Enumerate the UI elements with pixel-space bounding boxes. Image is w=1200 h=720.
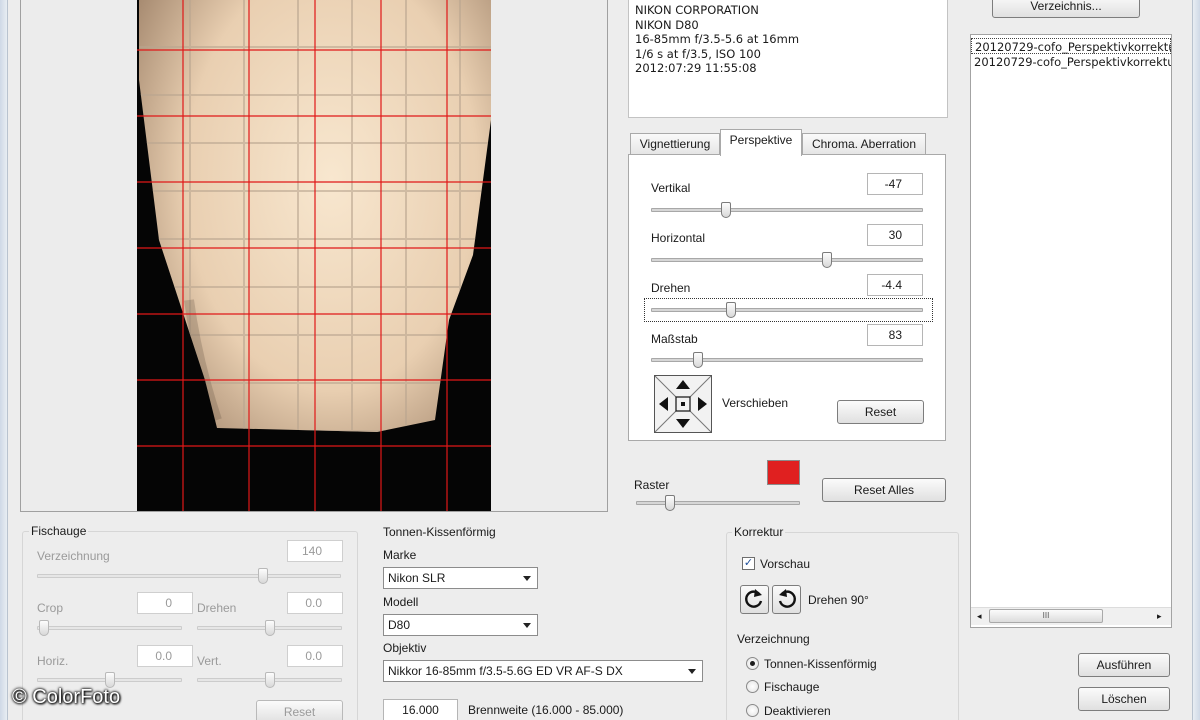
scroll-thumb[interactable]: III [989, 609, 1103, 623]
vertikal-slider-thumb[interactable] [721, 202, 731, 218]
fisch-crop-value[interactable]: 0 [137, 592, 193, 614]
fisch-crop-thumb[interactable] [39, 620, 49, 636]
fisch-vert-value[interactable]: 0.0 [287, 645, 343, 667]
objektiv-select[interactable]: Nikkor 16-85mm f/3.5-5.6G ED VR AF-S DX [383, 660, 703, 682]
vorschau-label: Vorschau [760, 557, 811, 571]
vertikal-slider-track[interactable] [651, 208, 923, 212]
raster-color-swatch[interactable] [767, 460, 800, 485]
fisch-drehen-label: Drehen [197, 601, 237, 615]
massstab-label: Maßstab [651, 332, 698, 346]
rotate-left-button[interactable] [740, 585, 769, 614]
move-pad[interactable] [654, 375, 712, 433]
rotate-left-icon [745, 589, 763, 608]
exif-exposure: 1/6 s at f/3.5, ISO 100 [635, 46, 761, 61]
horizontal-slider-thumb[interactable] [822, 252, 832, 268]
chevron-down-icon [523, 576, 531, 581]
objektiv-select-value: Nikkor 16-85mm f/3.5-5.6G ED VR AF-S DX [388, 664, 623, 678]
exif-info-box: NIKON CORPORATION NIKON D80 16-85mm f/3.… [628, 0, 948, 118]
scroll-right-icon[interactable]: ▸ [1157, 611, 1162, 622]
drehen-label: Drehen [651, 281, 691, 295]
modell-select-value: D80 [388, 618, 411, 632]
radio-tonnen-label: Tonnen-Kissenförmig [764, 657, 877, 671]
modell-select[interactable]: D80 [383, 614, 538, 636]
exif-datetime: 2012:07:29 11:55:08 [635, 61, 757, 75]
drehen90-label: Drehen 90° [808, 593, 869, 607]
fisch-verzeichnung-slider[interactable] [37, 574, 341, 578]
file-list[interactable]: 20120729-cofo_Perspektivkorrektur 201207… [970, 34, 1172, 628]
fisch-horiz-label: Horiz. [37, 654, 69, 668]
brennweite-label: Brennweite (16.000 - 85.000) [468, 703, 624, 717]
exif-camera: NIKON D80 [635, 17, 699, 32]
radio-deaktivieren-label: Deaktivieren [764, 704, 831, 718]
move-arrows-icon [654, 375, 712, 433]
drehen-slider-track[interactable] [651, 308, 923, 312]
exif-maker: NIKON CORPORATION [635, 3, 759, 17]
window-border-left [0, 0, 8, 720]
fisch-verzeichnung-value[interactable]: 140 [287, 540, 343, 562]
vertikal-value[interactable]: -47 [867, 173, 923, 195]
fischauge-reset-button[interactable]: Reset [256, 700, 343, 720]
marke-select-value: Nikon SLR [388, 571, 446, 585]
fisch-crop-label: Crop [37, 601, 64, 615]
chevron-down-icon [523, 623, 531, 628]
photo-image [137, 0, 491, 511]
scroll-left-icon[interactable]: ◂ [977, 611, 982, 622]
photo-preview[interactable] [137, 0, 491, 511]
raster-slider-track[interactable] [636, 501, 800, 505]
fisch-vert-thumb[interactable] [265, 672, 275, 688]
modell-label: Modell [383, 595, 419, 609]
massstab-value[interactable]: 83 [867, 324, 923, 346]
raster-label: Raster [634, 478, 670, 492]
marke-label: Marke [383, 548, 417, 562]
tab-perspektive[interactable]: Perspektive [720, 129, 802, 156]
exif-lens: 16-85mm f/3.5-5.6 at 16mm [635, 32, 800, 46]
vorschau-checkbox[interactable]: ✓ [742, 557, 755, 570]
file-item[interactable]: 20120729-cofo_Perspektivkorrektur [971, 54, 1171, 70]
massstab-slider-thumb[interactable] [693, 352, 703, 368]
drehen-slider-thumb[interactable] [726, 302, 736, 318]
fisch-crop-slider[interactable] [37, 626, 182, 630]
korrektur-title: Korrektur [732, 525, 786, 539]
reset-all-button[interactable]: Reset Alles [822, 478, 946, 502]
fisch-verzeichnung-thumb[interactable] [258, 568, 268, 584]
horizontal-value[interactable]: 30 [867, 224, 923, 246]
file-list-scrollbar[interactable]: ◂ III ▸ [971, 607, 1171, 625]
delete-button[interactable]: Löschen [1078, 687, 1170, 711]
brennweite-input[interactable]: 16.000 [383, 699, 458, 720]
radio-fischauge[interactable] [746, 680, 759, 693]
vertikal-label: Vertikal [651, 181, 691, 195]
verschieben-label: Verschieben [722, 396, 789, 410]
massstab-slider-track[interactable] [651, 358, 923, 362]
horizontal-label: Horizontal [651, 231, 706, 245]
fisch-vert-label: Vert. [197, 654, 222, 668]
objektiv-label: Objektiv [383, 641, 427, 655]
fisch-drehen-value[interactable]: 0.0 [287, 592, 343, 614]
radio-deaktivieren[interactable] [746, 704, 759, 717]
horizontal-slider-track[interactable] [651, 258, 923, 262]
tonnen-title: Tonnen-Kissenförmig [383, 525, 496, 539]
directory-button[interactable]: Verzeichnis... [992, 0, 1140, 18]
raster-slider-thumb[interactable] [665, 495, 675, 511]
rotate-right-icon [778, 589, 796, 608]
file-item[interactable]: 20120729-cofo_Perspektivkorrektur [971, 38, 1171, 54]
drehen-value[interactable]: -4.4 [867, 274, 923, 296]
perspective-reset-button[interactable]: Reset [837, 400, 924, 424]
fisch-horiz-value[interactable]: 0.0 [137, 645, 193, 667]
chevron-down-icon [688, 669, 696, 674]
fisch-verzeichnung-label: Verzeichnung [37, 549, 110, 563]
colorfoto-watermark: © ColorFoto [12, 686, 121, 708]
execute-button[interactable]: Ausführen [1078, 653, 1170, 677]
marke-select[interactable]: Nikon SLR [383, 567, 538, 589]
radio-tonnen[interactable] [746, 657, 759, 670]
perspective-panel: Vertikal -47 Horizontal 30 Drehen -4.4 M… [628, 154, 946, 441]
fisch-drehen-thumb[interactable] [265, 620, 275, 636]
verzeichnung-title: Verzeichnung [737, 632, 810, 646]
rotate-right-button[interactable] [772, 585, 801, 614]
radio-fischauge-label: Fischauge [764, 680, 820, 694]
tab-chroma-aberration[interactable]: Chroma. Aberration [802, 133, 926, 155]
tab-vignettierung[interactable]: Vignettierung [630, 133, 720, 155]
fischauge-title: Fischauge [29, 524, 89, 538]
window-border-right [1192, 0, 1200, 720]
